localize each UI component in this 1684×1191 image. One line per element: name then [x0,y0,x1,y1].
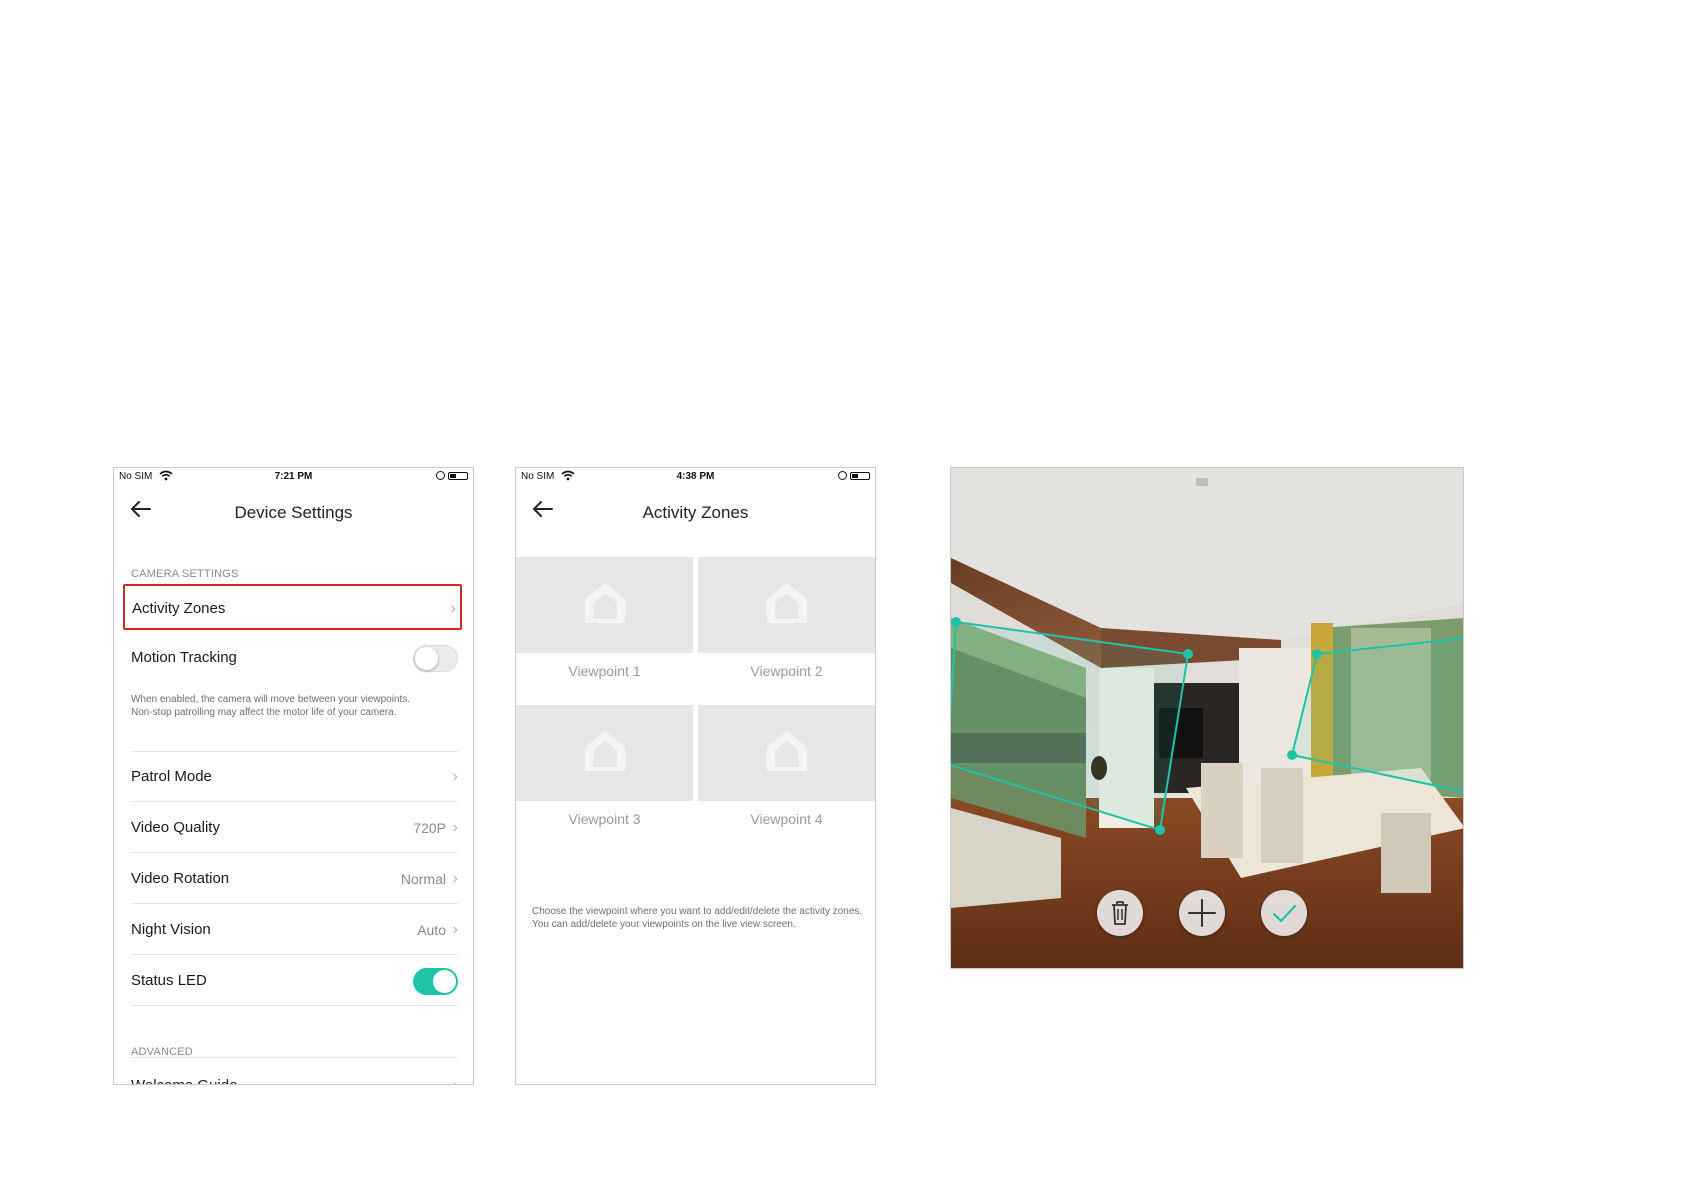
status-bar: No SIM 4:38 PM [516,468,875,486]
page-title: Device Settings [234,503,353,522]
plus-icon [1188,899,1216,927]
house-placeholder-icon [767,583,807,623]
chevron-right-icon: › [452,768,458,785]
chevron-right-icon: › [453,1077,458,1084]
viewpoint-thumbnail [516,705,693,801]
activity-zones-row[interactable]: Activity Zones › [123,584,462,630]
nav-bar: Device Settings [114,488,473,532]
video-rotation-row[interactable]: Video Rotation Normal › [131,854,458,904]
zone-handle[interactable] [1183,649,1193,659]
toggle-knob [433,970,456,993]
camera-live-view[interactable] [950,467,1464,969]
welcome-guide-row[interactable]: Welcome Guide › [131,1057,458,1084]
zone-handle[interactable] [951,617,961,627]
chevron-right-icon: › [452,921,458,938]
status-bar: No SIM 7:21 PM [114,468,473,486]
viewpoint-card[interactable]: Viewpoint 1 [516,557,693,704]
motion-tracking-toggle[interactable] [413,645,458,672]
status-led-toggle[interactable] [413,968,458,995]
viewpoint-thumbnail [516,557,693,653]
chevron-right-icon: › [452,870,458,887]
status-led-label: Status LED [131,972,207,989]
motion-tracking-description: When enabled, the camera will move betwe… [131,694,411,718]
status-time: 4:38 PM [676,471,715,482]
house-placeholder-icon [585,583,625,623]
video-quality-row[interactable]: Video Quality 720P › [131,803,458,853]
zone-handle[interactable] [1287,750,1297,760]
status-led-row: Status LED [131,956,458,1006]
rotation-lock-icon [436,471,445,480]
page-title: Activity Zones [642,503,749,522]
viewpoint-label: Viewpoint 2 [750,663,823,679]
zone-handle[interactable] [1312,649,1322,659]
trash-icon [1112,901,1128,925]
viewpoint-label: Viewpoint 3 [568,811,641,827]
camera-settings-header: CAMERA SETTINGS [131,568,239,580]
viewpoint-card[interactable]: Viewpoint 3 [516,705,693,852]
viewpoint-card[interactable]: Viewpoint 4 [698,705,875,852]
video-rotation-label: Video Rotation [131,870,230,887]
nav-bar: Activity Zones [516,488,875,532]
zone-handle[interactable] [1155,825,1165,835]
night-vision-label: Night Vision [131,921,211,938]
check-icon [1272,904,1297,923]
patrol-mode-label: Patrol Mode [131,768,212,785]
video-quality-value: 720P [413,820,446,836]
device-settings-screen: No SIM 7:21 PM Device Settings CAMERA SE… [113,467,474,1085]
patrol-mode-row[interactable]: Patrol Mode › [131,752,458,802]
delete-zone-button[interactable] [1097,890,1143,936]
activity-zones-instructions: Choose the viewpoint where you want to a… [532,906,863,930]
battery-icon [448,472,468,480]
night-vision-row[interactable]: Night Vision Auto › [131,905,458,955]
activity-zone-2[interactable] [1287,637,1464,793]
viewpoint-label: Viewpoint 1 [568,663,641,679]
rotation-lock-icon [838,471,847,480]
viewpoint-thumbnail [698,557,875,653]
status-time: 7:21 PM [274,471,313,482]
video-rotation-value: Normal [400,871,446,887]
toggle-knob [415,647,438,670]
viewpoint-card[interactable]: Viewpoint 2 [698,557,875,704]
activity-zones-label: Activity Zones [132,600,226,617]
confirm-zones-button[interactable] [1261,890,1307,936]
add-zone-button[interactable] [1179,890,1225,936]
chevron-right-icon: › [452,819,458,836]
welcome-guide-label: Welcome Guide [131,1077,237,1084]
viewpoint-label: Viewpoint 4 [750,811,823,827]
divider [131,1057,458,1058]
video-quality-label: Video Quality [131,819,220,836]
chevron-right-icon: › [450,600,456,617]
house-placeholder-icon [585,731,625,771]
motion-tracking-row: Motion Tracking [131,633,458,683]
night-vision-value: Auto [417,922,446,938]
activity-zones-screen: No SIM 4:38 PM Activity Zones Viewpoint … [515,467,876,1085]
viewpoint-thumbnail [698,705,875,801]
activity-zone-1[interactable] [951,617,1193,835]
motion-tracking-label: Motion Tracking [131,649,237,666]
house-placeholder-icon [767,731,807,771]
battery-icon [850,472,870,480]
